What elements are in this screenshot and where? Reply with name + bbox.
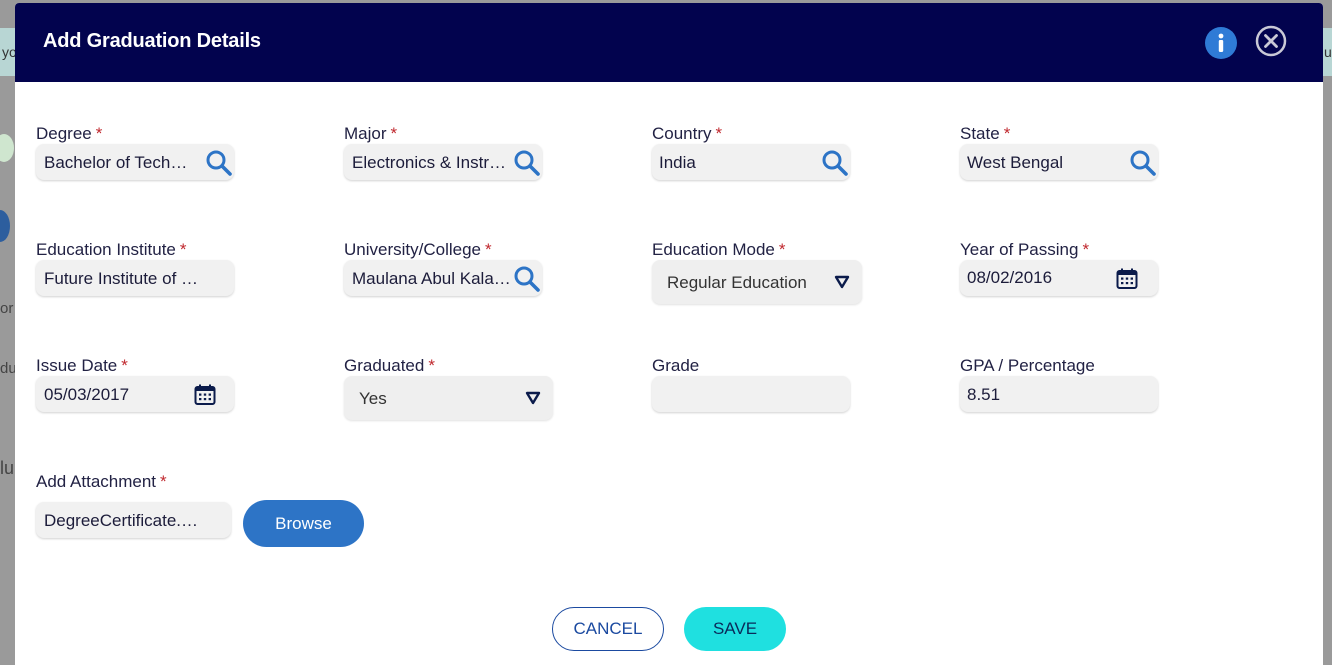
major-input[interactable]: Electronics & Instrumentation [344,144,542,180]
browse-button[interactable]: Browse [243,500,364,547]
chevron-down-icon [834,275,850,289]
graduated-label: Graduated [344,356,425,375]
issue-date-input[interactable]: 05/03/2017 [36,376,234,412]
graduated-select[interactable]: Yes [344,376,553,420]
dialog-title: Add Graduation Details [43,30,261,52]
gpa-field: GPA / Percentage 8.51 [960,356,1158,412]
issue-date-label: Issue Date [36,356,118,375]
gpa-input[interactable]: 8.51 [960,376,1158,412]
state-input[interactable]: West Bengal [960,144,1158,180]
attachment-input[interactable]: DegreeCertificate.pdf [36,502,231,538]
grade-field: Grade [652,356,850,412]
year-of-passing-field: Year of Passing * 08/02/2016 [960,240,1158,296]
grade-input[interactable] [652,376,850,412]
cancel-button[interactable]: CANCEL [552,607,664,651]
education-mode-value: Regular Education [667,273,807,292]
country-label: Country [652,124,712,143]
university-label: University/College [344,240,481,259]
education-mode-field: Education Mode * Regular Education [652,240,862,304]
required-marker: * [485,240,492,259]
calendar-icon[interactable] [193,383,217,407]
education-mode-select[interactable]: Regular Education [652,260,862,304]
background-avatar [0,210,10,242]
state-value: West Bengal [967,153,1064,172]
grade-label: Grade [652,356,700,375]
graduated-field: Graduated * Yes [344,356,553,420]
required-marker: * [428,356,435,375]
required-marker: * [160,472,167,491]
major-field: Major* Electronics & Instrumentation [344,124,542,180]
required-marker: * [95,124,103,143]
background-text: lu [0,458,15,478]
chevron-down-icon [525,391,541,405]
institute-input[interactable]: Future Institute of Engineering [36,260,234,296]
university-field: University/College* Maulana Abul Kalam A… [344,240,542,296]
required-marker: * [715,124,723,143]
required-marker: * [179,240,187,259]
info-icon[interactable] [1205,27,1237,59]
attachment-label: Add Attachment [36,472,157,491]
gpa-value: 8.51 [967,385,1001,404]
search-icon[interactable] [204,148,234,178]
required-marker: * [390,124,398,143]
university-input[interactable]: Maulana Abul Kalam Azad [344,260,542,296]
institute-value: Future Institute of Engineering [44,269,200,288]
issue-date-field: Issue Date * 05/03/2017 [36,356,234,412]
required-marker: * [1003,124,1011,143]
state-label: State [960,124,1000,143]
attachment-value: DegreeCertificate.pdf [44,511,202,530]
search-icon[interactable] [820,148,850,178]
required-marker: * [121,356,128,375]
background-check-icon [0,134,14,162]
state-field: State * West Bengal [960,124,1158,180]
required-marker: * [778,240,786,259]
background-banner-text-right: u [1324,44,1332,60]
degree-input[interactable]: Bachelor of Technology [36,144,234,180]
degree-value: Bachelor of Technology [44,153,194,172]
search-icon[interactable] [512,148,542,178]
search-icon[interactable] [1128,148,1158,178]
institute-label: Education Institute [36,240,176,259]
year-of-passing-label: Year of Passing [960,240,1079,259]
graduation-dialog: Add Graduation Details Degree * Bachelor … [15,3,1323,665]
education-mode-label: Education Mode [652,240,775,259]
country-input[interactable]: India [652,144,850,180]
save-button[interactable]: SAVE [684,607,786,651]
major-label: Major [344,124,387,143]
country-value: India [659,153,696,172]
attachment-field: Add Attachment * DegreeCertificate.pdf [36,472,231,538]
background-text: or [0,300,14,317]
major-value: Electronics & Instrumentation [352,153,510,172]
year-of-passing-input[interactable]: 08/02/2016 [960,260,1158,296]
search-icon[interactable] [512,264,542,294]
calendar-icon[interactable] [1115,267,1139,291]
dialog-header: Add Graduation Details [15,3,1323,82]
gpa-label: GPA / Percentage [960,356,1095,375]
university-value: Maulana Abul Kalam Azad [352,269,512,288]
degree-label: Degree [36,124,92,143]
degree-field: Degree* Bachelor of Technology [36,124,234,180]
issue-date-value: 05/03/2017 [44,385,130,404]
close-icon[interactable] [1255,25,1287,57]
country-field: Country * India [652,124,850,180]
institute-field: Education Institute * Future Institute of… [36,240,234,296]
required-marker: * [1082,240,1090,259]
graduated-value: Yes [359,389,387,408]
year-of-passing-value: 08/02/2016 [967,268,1053,287]
